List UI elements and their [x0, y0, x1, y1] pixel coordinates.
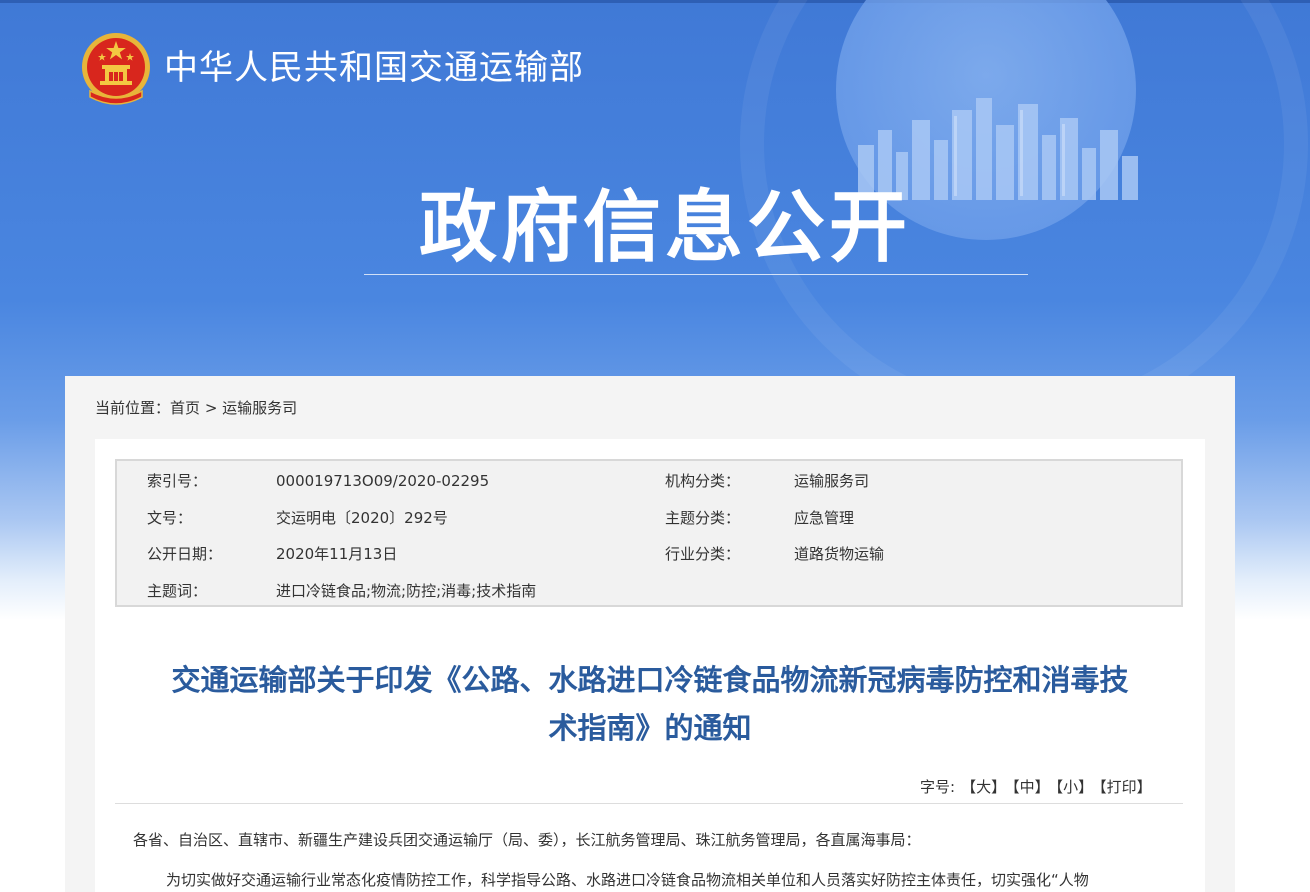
document-paragraph-1: 为切实做好交通运输行业常态化疫情防控工作，科学指导公路、水路进口冷链食品物流相关… [166, 871, 1089, 889]
meta-docno-label: 文号： [147, 509, 193, 527]
document-title: 交通运输部关于印发《公路、水路进口冷链食品物流新冠病毒防控和消毒技 术指南》的通… [118, 656, 1182, 752]
meta-topic-value: 应急管理 [794, 509, 855, 527]
breadcrumb-separator: > [204, 399, 218, 417]
breadcrumb-prefix: 当前位置： [95, 399, 171, 417]
hero-title: 政府信息公开 [418, 183, 911, 273]
meta-org-value: 运输服务司 [794, 472, 870, 490]
hero-underline [364, 274, 1028, 275]
meta-index-value: 000019713O09/2020-02295 [276, 472, 490, 490]
content-divider [115, 803, 1183, 804]
meta-date-value: 2020年11月13日 [276, 545, 398, 563]
meta-industry-value: 道路货物运输 [794, 545, 885, 563]
site-title[interactable]: 中华人民共和国交通运输部 [164, 46, 584, 90]
document-title-line2: 术指南》的通知 [548, 711, 752, 745]
print-button[interactable]: 【打印】 [1099, 778, 1152, 796]
meta-docno-value: 交运明电〔2020〕292号 [276, 509, 448, 527]
document-title-line1: 交通运输部关于印发《公路、水路进口冷链食品物流新冠病毒防控和消毒技 [171, 663, 1129, 697]
font-small-button[interactable]: 【小】 [1056, 778, 1094, 796]
font-medium-button[interactable]: 【中】 [1012, 778, 1050, 796]
meta-topic-label: 主题分类： [665, 509, 741, 527]
breadcrumb-current-link[interactable]: 运输服务司 [222, 399, 297, 417]
meta-index-label: 索引号： [147, 472, 208, 490]
meta-keywords-value: 进口冷链食品;物流;防控;消毒;技术指南 [276, 582, 537, 600]
breadcrumb: 当前位置：首页 > 运输服务司 [95, 397, 297, 419]
meta-industry-label: 行业分类： [665, 545, 741, 563]
meta-org-label: 机构分类： [665, 472, 741, 490]
font-large-button[interactable]: 【大】 [961, 778, 1006, 796]
document-salutation: 各省、自治区、直辖市、新疆生产建设兵团交通运输厅（局、委），长江航务管理局、珠江… [133, 831, 921, 849]
breadcrumb-home-link[interactable]: 首页 [170, 399, 200, 417]
meta-keywords-label: 主题词： [147, 582, 208, 600]
font-size-tools: 字号: 【大】 【中】 【小】 【打印】 [920, 776, 1152, 798]
national-emblem-icon [82, 33, 150, 105]
meta-date-label: 公开日期： [147, 545, 223, 563]
font-size-label: 字号: [920, 778, 956, 796]
